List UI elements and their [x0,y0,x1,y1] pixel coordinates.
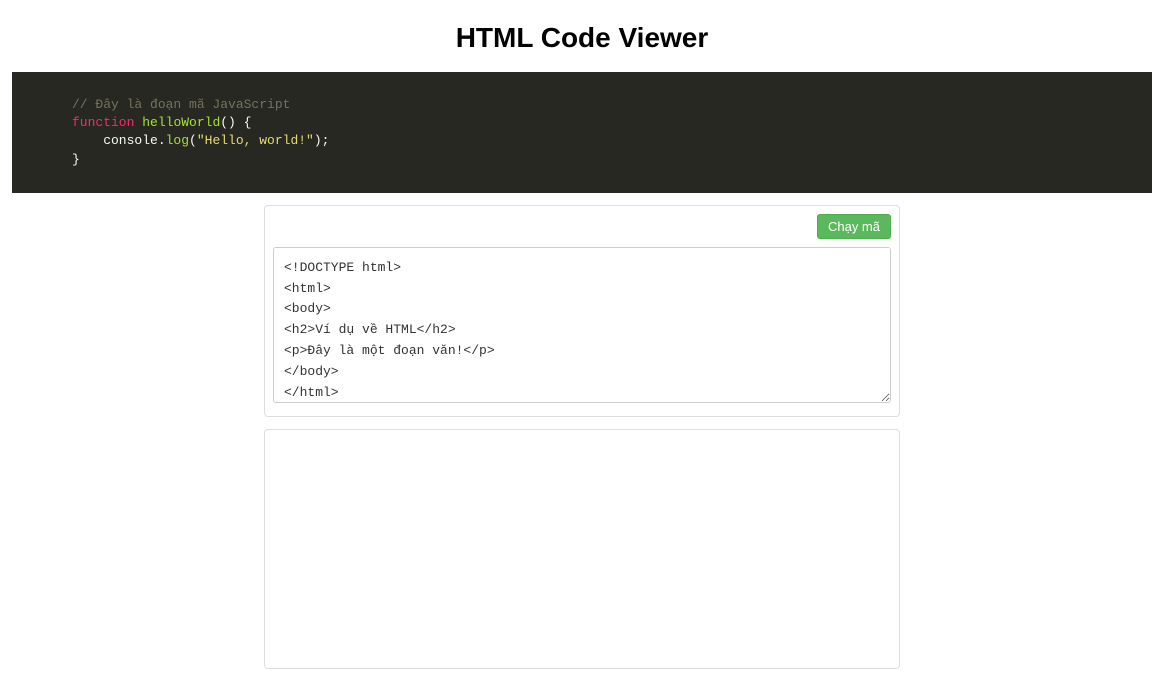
code-text: console. [72,133,166,148]
editor-toolbar: Chạy mã [273,214,891,239]
code-text: ( [189,133,197,148]
editor-panel: Chạy mã [264,205,900,417]
code-comment: // Đây là đoạn mã JavaScript [72,97,290,112]
run-code-button[interactable]: Chạy mã [817,214,891,239]
code-text: () { [220,115,251,130]
code-string: "Hello, world!" [197,133,314,148]
code-function-name: helloWorld [142,115,220,130]
page-title: HTML Code Viewer [12,22,1152,54]
code-keyword: function [72,115,134,130]
code-method: log [166,133,189,148]
output-preview-frame [264,429,900,669]
code-text: ); [314,133,330,148]
html-code-textarea[interactable] [273,247,891,403]
code-text: } [72,152,80,167]
syntax-highlighted-code: // Đây là đoạn mã JavaScript function he… [12,72,1152,193]
